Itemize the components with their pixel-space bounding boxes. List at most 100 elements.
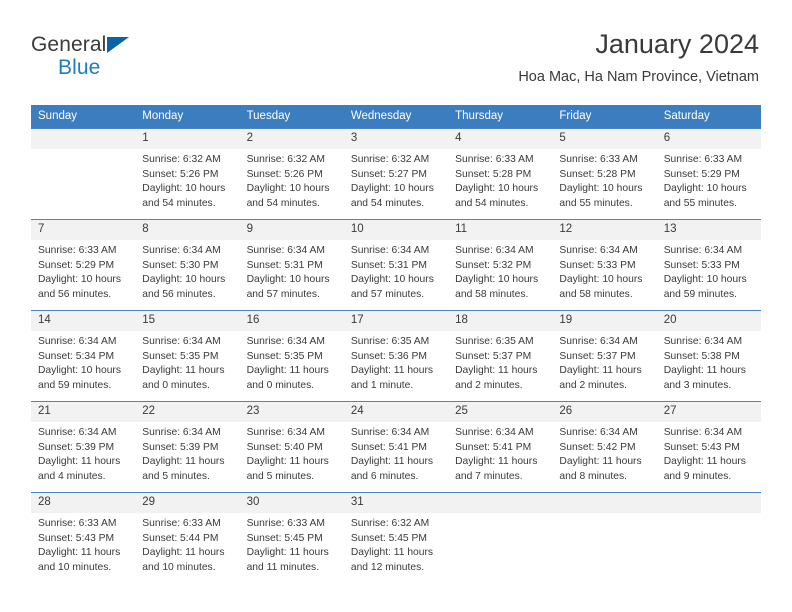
calendar-day-cell[interactable]: 31 Sunrise: 6:32 AM Sunset: 5:45 PM Dayligh… [343,492,449,583]
calendar-day-cell[interactable]: 1 Sunrise: 6:32 AM Sunset: 5:26 PM Daylight… [135,128,240,220]
day-info-line: and 3 minutes. [663,379,732,391]
calendar-day-cell[interactable]: 3 Sunrise: 6:32 AM Sunset: 5:27 PM Daylight… [343,128,449,220]
day-info-line: Sunset: 5:27 PM [350,168,427,180]
day-number [31,129,136,149]
day-sun-info: Sunrise: 6:34 AM Sunset: 5:39 PM Daylight:… [31,422,135,484]
weekday-header-friday: Friday [552,105,657,129]
calendar-day-cell[interactable]: 16 Sunrise: 6:34 AM Sunset: 5:35 PM Dayligh… [239,310,344,402]
day-info-line: Daylight: 11 hours [38,547,121,559]
day-info-line: Sunrise: 6:34 AM [455,245,534,256]
calendar-day-cell[interactable]: 27 Sunrise: 6:34 AM Sunset: 5:43 PM Dayligh… [656,401,761,493]
calendar-day-cell[interactable]: 4 Sunrise: 6:33 AM Sunset: 5:28 PM Daylight… [448,128,553,220]
day-info-line: and 11 minutes. [246,561,320,573]
day-sun-info: Sunrise: 6:34 AM Sunset: 5:39 PM Daylight:… [135,422,239,484]
day-sun-info: Sunrise: 6:33 AM Sunset: 5:28 PM Daylight:… [448,149,552,211]
day-info-line: Sunrise: 6:32 AM [350,518,430,529]
calendar-day-cell[interactable]: 8 Sunrise: 6:34 AM Sunset: 5:30 PM Daylight… [135,219,240,311]
calendar-header-row: Sunday Monday Tuesday Wednesday Thursday Frid… [31,105,761,129]
day-info-line: and 55 minutes. [559,197,633,209]
day-info-line: and 58 minutes. [559,288,633,300]
calendar-day-cell[interactable]: 15 Sunrise: 6:34 AM Sunset: 5:35 PM Dayligh… [135,310,240,402]
day-number: 30 [239,493,344,513]
day-info-line: Daylight: 11 hours [350,547,434,559]
weekday-header-monday: Monday [135,105,240,129]
day-info-line: and 54 minutes. [246,197,320,209]
calendar-day-cell[interactable]: 30 Sunrise: 6:33 AM Sunset: 5:45 PM Dayligh… [239,492,344,583]
day-number: 27 [656,402,761,422]
day-info-line: Daylight: 10 hours [246,183,330,195]
day-info-line: Sunset: 5:33 PM [663,259,740,271]
calendar-page: General Blue January 2024 Hoa Mac, Ha Na… [0,0,792,612]
day-sun-info: Sunrise: 6:34 AM Sunset: 5:41 PM Daylight:… [344,422,448,484]
day-info-line: Sunrise: 6:34 AM [246,336,325,347]
day-number: 20 [656,311,761,331]
calendar-day-cell[interactable]: 10 Sunrise: 6:34 AM Sunset: 5:31 PM Dayligh… [343,219,449,311]
day-info-line: and 10 minutes. [38,561,112,573]
calendar-day-cell[interactable]: 25 Sunrise: 6:34 AM Sunset: 5:41 PM Dayligh… [448,401,553,493]
day-sun-info: Sunrise: 6:34 AM Sunset: 5:31 PM Daylight:… [240,240,344,302]
day-number: 9 [239,220,344,240]
calendar-day-cell[interactable]: 28 Sunrise: 6:33 AM Sunset: 5:43 PM Dayligh… [31,492,136,583]
day-info-line: Sunset: 5:41 PM [350,441,427,453]
calendar-day-cell[interactable]: 19 Sunrise: 6:34 AM Sunset: 5:37 PM Dayligh… [552,310,657,402]
day-info-line: Sunset: 5:31 PM [350,259,427,271]
day-number: 14 [31,311,136,331]
day-info-line: Daylight: 11 hours [350,365,434,377]
calendar-day-cell[interactable]: 9 Sunrise: 6:34 AM Sunset: 5:31 PM Daylight… [239,219,344,311]
calendar-day-cell[interactable]: 11 Sunrise: 6:34 AM Sunset: 5:32 PM Dayligh… [448,219,553,311]
day-info-line: Daylight: 11 hours [559,365,642,377]
day-info-line: Sunset: 5:35 PM [246,350,323,362]
day-info-line: Sunrise: 6:34 AM [559,427,638,438]
day-number: 31 [343,493,449,513]
calendar-day-cell[interactable]: 6 Sunrise: 6:33 AM Sunset: 5:29 PM Daylight… [656,128,761,220]
day-sun-info: Sunrise: 6:34 AM Sunset: 5:42 PM Daylight:… [552,422,656,484]
day-number [552,493,657,513]
day-info-line: and 2 minutes. [559,379,627,391]
day-info-line: Daylight: 10 hours [142,183,226,195]
day-info-line: and 56 minutes. [142,288,216,300]
calendar-day-cell[interactable]: 23 Sunrise: 6:34 AM Sunset: 5:40 PM Dayligh… [239,401,344,493]
calendar-day-cell[interactable]: 5 Sunrise: 6:33 AM Sunset: 5:28 PM Daylight… [552,128,657,220]
day-sun-info: Sunrise: 6:34 AM Sunset: 5:32 PM Daylight:… [448,240,552,302]
day-info-line: Sunrise: 6:35 AM [455,336,534,347]
day-sun-info: Sunrise: 6:32 AM Sunset: 5:26 PM Daylight:… [240,149,344,211]
day-number: 16 [239,311,344,331]
calendar-day-cell[interactable]: 17 Sunrise: 6:35 AM Sunset: 5:36 PM Dayligh… [343,310,449,402]
calendar-day-cell[interactable]: 21 Sunrise: 6:34 AM Sunset: 5:39 PM Dayligh… [31,401,136,493]
day-sun-info: Sunrise: 6:32 AM Sunset: 5:45 PM Daylight:… [344,513,448,575]
day-info-line: and 12 minutes. [350,561,425,573]
day-info-line: Daylight: 11 hours [350,456,434,468]
calendar-day-cell[interactable]: 14 Sunrise: 6:34 AM Sunset: 5:34 PM Dayligh… [31,310,136,402]
calendar-day-cell[interactable]: 13 Sunrise: 6:34 AM Sunset: 5:33 PM Dayligh… [656,219,761,311]
calendar-day-cell[interactable]: 20 Sunrise: 6:34 AM Sunset: 5:38 PM Dayligh… [656,310,761,402]
calendar-day-cell[interactable]: 22 Sunrise: 6:34 AM Sunset: 5:39 PM Dayligh… [135,401,240,493]
calendar-day-cell-empty [656,492,761,583]
page-header: General Blue January 2024 Hoa Mac, Ha Na… [31,28,759,98]
calendar-day-cell-empty [552,492,657,583]
day-info-line: Sunrise: 6:33 AM [38,518,117,529]
calendar-day-cell[interactable]: 29 Sunrise: 6:33 AM Sunset: 5:44 PM Dayligh… [135,492,240,583]
calendar-day-cell[interactable]: 26 Sunrise: 6:34 AM Sunset: 5:42 PM Dayligh… [552,401,657,493]
day-info-line: Sunset: 5:32 PM [455,259,532,271]
day-info-line: Daylight: 10 hours [350,183,434,195]
day-info-line: Daylight: 10 hours [663,183,747,195]
calendar-day-cell[interactable]: 7 Sunrise: 6:33 AM Sunset: 5:29 PM Daylight… [31,219,136,311]
day-info-line: Sunset: 5:37 PM [455,350,532,362]
day-info-line: Daylight: 11 hours [455,365,538,377]
day-info-line: Sunrise: 6:35 AM [350,336,430,347]
day-info-line: Sunrise: 6:32 AM [246,154,325,165]
day-number: 15 [135,311,240,331]
general-blue-logo: General Blue [31,34,251,90]
calendar-day-cell[interactable]: 12 Sunrise: 6:34 AM Sunset: 5:33 PM Dayligh… [552,219,657,311]
day-info-line: and 54 minutes. [350,197,425,209]
day-info-line: Daylight: 11 hours [142,456,225,468]
day-sun-info: Sunrise: 6:33 AM Sunset: 5:28 PM Daylight:… [552,149,656,211]
day-sun-info: Sunrise: 6:32 AM Sunset: 5:26 PM Daylight:… [135,149,239,211]
day-number: 23 [239,402,344,422]
calendar-day-cell[interactable]: 18 Sunrise: 6:35 AM Sunset: 5:37 PM Dayligh… [448,310,553,402]
day-sun-info: Sunrise: 6:34 AM Sunset: 5:33 PM Daylight:… [657,240,761,302]
calendar-day-cell[interactable]: 2 Sunrise: 6:32 AM Sunset: 5:26 PM Daylight… [239,128,344,220]
calendar-day-cell[interactable]: 24 Sunrise: 6:34 AM Sunset: 5:41 PM Dayligh… [343,401,449,493]
day-info-line: and 4 minutes. [38,470,106,482]
day-info-line: and 9 minutes. [663,470,732,482]
